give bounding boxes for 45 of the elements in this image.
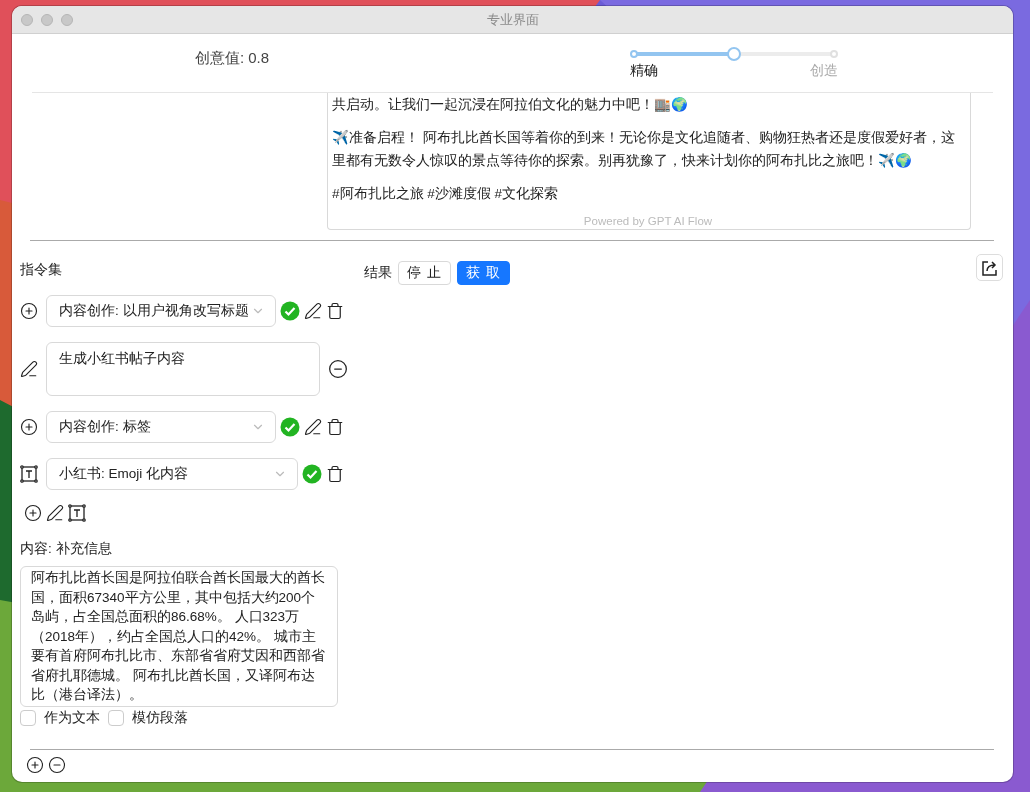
instruction-field[interactable]: 生成小红书帖子内容 <box>46 342 320 396</box>
result-paragraph: #阿布扎比之旅 #沙滩度假 #文化探索 <box>332 185 560 203</box>
text-frame-icon[interactable] <box>20 465 38 483</box>
check-circle-icon <box>302 464 322 484</box>
share-icon <box>980 258 999 277</box>
result-paragraph: ✈准备启程！ 阿布扎比酋长国等着你的到来！无论你是文化追随者、购物狂热者还是度假爱好者，这里都有无数令人惊叹的景点等待你的探索。别再犹豫了，快来计划你的阿布扎比之旅吧！✈🌍 <box>332 129 956 170</box>
check-circle-icon <box>280 417 300 437</box>
remove-icon[interactable] <box>48 756 66 774</box>
check-circle-icon <box>280 301 300 321</box>
info-field[interactable]: 阿布扎比酋长国是阿拉伯联合酋长国最大的酋长国，面积67340平方公里，其中包括大约200个岛屿，占全国总面积的86.68%。 人口323万（2018年），约占全国总人口的42%。 城市主要有首府阿布扎比市、东部省省府艾因和西部省省府扎耶德城。 阿布扎比酋长国，又译阿布达比（港台译法）。 <box>20 566 338 707</box>
trash-icon[interactable] <box>326 302 344 320</box>
powered-by-text: Powered by GPT AI Flow <box>583 215 713 227</box>
creativity-label: 创意值: 0.8 <box>193 48 271 68</box>
checkbox-label: 模仿段落 <box>132 709 188 727</box>
pencil-icon[interactable] <box>304 302 322 320</box>
pencil-icon[interactable] <box>304 418 322 436</box>
remove-icon[interactable] <box>328 359 348 379</box>
pencil-icon[interactable] <box>20 360 38 378</box>
instruction-select[interactable]: 小红书: Emoji 化内容 <box>46 458 298 490</box>
slider-mark-label: 创造 <box>809 61 839 80</box>
trash-icon[interactable] <box>326 418 344 436</box>
slider-dot[interactable] <box>630 49 638 58</box>
checkbox-label: 作为文本 <box>44 709 100 727</box>
add-icon[interactable] <box>26 756 44 774</box>
text-frame-icon[interactable] <box>68 504 86 522</box>
slider-dot[interactable] <box>830 49 838 58</box>
checkbox[interactable] <box>20 710 36 726</box>
instruction-select[interactable]: 内容创作: 标签 <box>46 411 276 443</box>
add-icon[interactable] <box>24 504 42 522</box>
instruction-select[interactable]: 内容创作: 以用户视角改写标题 <box>46 295 276 327</box>
fetch-button[interactable]: 获 取 <box>456 261 510 285</box>
checkbox[interactable] <box>108 710 124 726</box>
add-icon[interactable] <box>20 418 38 436</box>
slider-thumb[interactable] <box>727 46 741 61</box>
result-paragraph: 共启动。让我们一起沉浸在阿拉伯文化的魅力中吧！🏬🌍 <box>332 96 689 114</box>
section-title: 内容: 补充信息 <box>20 540 113 558</box>
slider-mark-label: 精确 <box>629 61 659 80</box>
pencil-icon[interactable] <box>46 504 64 522</box>
stop-button[interactable]: 停 止 <box>398 261 451 285</box>
window-title: 专业界面 <box>486 10 539 29</box>
trash-icon[interactable] <box>326 465 344 483</box>
share-button[interactable] <box>976 254 1003 281</box>
result-label: 结果 <box>364 264 392 282</box>
section-title: 指令集 <box>20 261 63 279</box>
add-icon[interactable] <box>20 302 38 320</box>
